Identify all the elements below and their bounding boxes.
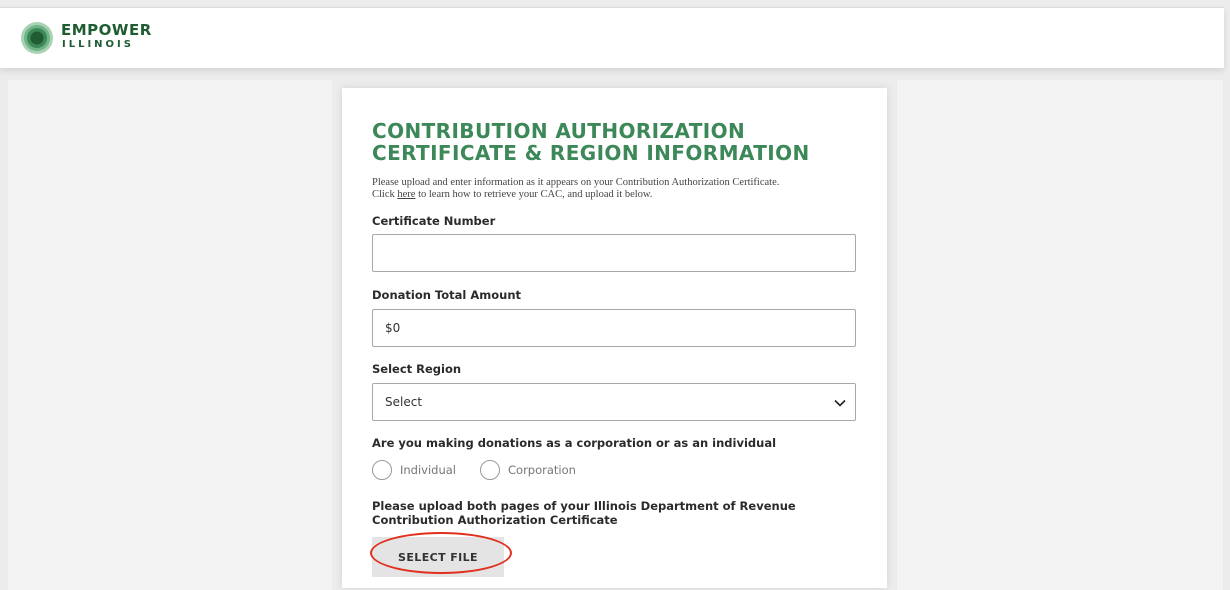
page-title-line-2: CERTIFICATE & REGION INFORMATION	[372, 141, 810, 165]
select-region-label: Select Region	[372, 362, 462, 376]
radio-corporation-label: Corporation	[508, 463, 576, 477]
region-select[interactable]: Select	[372, 383, 856, 421]
upload-instruction-line-1: Please upload both pages of your Illinoi…	[372, 499, 796, 513]
donation-total-label: Donation Total Amount	[372, 288, 522, 302]
site-header: EMPOWER ILLINOIS	[0, 7, 1224, 68]
radio-corporation-circle[interactable]	[480, 460, 500, 480]
donation-total-input[interactable]: $0	[372, 309, 856, 347]
logo-text-empower: EMPOWER	[61, 21, 152, 39]
learn-cac-link[interactable]: here	[397, 189, 415, 200]
page-title-line-1: CONTRIBUTION AUTHORIZATION	[372, 119, 746, 143]
logo-mark-icon	[21, 22, 53, 54]
intro-line-2: Click here to learn how to retrieve your…	[372, 189, 872, 201]
radio-individual-label: Individual	[400, 463, 457, 477]
intro-line-1: Please upload and enter information as i…	[372, 177, 780, 188]
region-selected-value: Select	[385, 395, 423, 409]
certificate-number-input[interactable]	[372, 234, 856, 272]
intro-text: Please upload and enter information as i…	[372, 177, 872, 200]
left-background-panel	[8, 80, 332, 590]
intro-rest-text: to learn how to retrieve your CAC, and u…	[418, 188, 653, 200]
empower-illinois-logo[interactable]: EMPOWER ILLINOIS	[20, 21, 160, 57]
intro-click-text: Click	[372, 188, 395, 200]
logo-text-illinois: ILLINOIS	[62, 39, 134, 50]
select-file-button[interactable]: SELECT FILE	[372, 537, 504, 577]
page-title: CONTRIBUTION AUTHORIZATION CERTIFICATE &…	[372, 120, 852, 164]
donor-type-question: Are you making donations as a corporatio…	[372, 436, 777, 450]
upload-instruction: Please upload both pages of your Illinoi…	[372, 499, 832, 527]
certificate-number-label: Certificate Number	[372, 214, 496, 228]
form-card: CONTRIBUTION AUTHORIZATION CERTIFICATE &…	[342, 88, 887, 588]
chevron-down-icon	[834, 399, 846, 407]
upload-instruction-line-2: Contribution Authorization Certificate	[372, 513, 618, 527]
radio-individual-circle[interactable]	[372, 460, 392, 480]
right-background-panel	[897, 80, 1223, 590]
